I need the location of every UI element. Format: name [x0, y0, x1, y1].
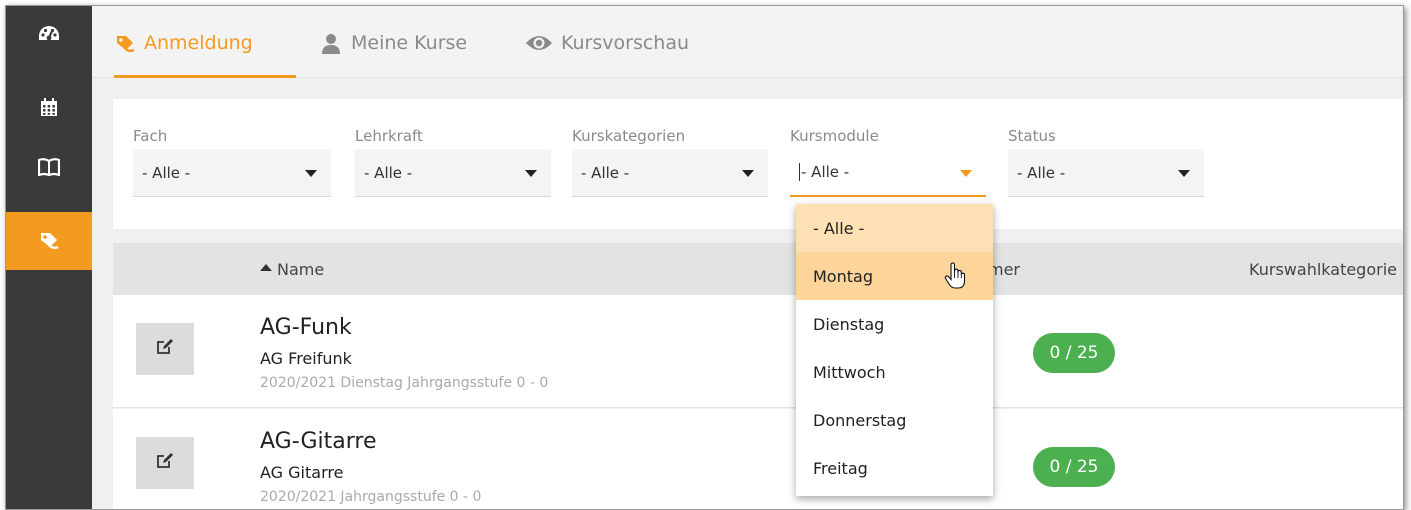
table-header: Name mer Kurswahlkategorie [113, 243, 1403, 295]
tab-bar: Anmeldung Meine Kurse Kursvorschau [92, 6, 1403, 78]
filter-lehrkraft: Lehrkraft - Alle - [355, 127, 551, 197]
tab-anmeldung[interactable]: Anmeldung [114, 26, 296, 78]
edit-button[interactable] [136, 323, 194, 375]
course-subtitle: AG Freifunk [260, 349, 352, 368]
caret-down-icon [525, 170, 537, 177]
table-row: AG-Gitarre AG Gitarre 2020/2021 Jahrgang… [113, 409, 1403, 509]
caret-down-icon [305, 170, 317, 177]
tab-anmeldung-label: Anmeldung [144, 32, 253, 54]
edit-icon [156, 452, 174, 474]
user-icon [321, 33, 343, 55]
dropdown-option[interactable]: Montag [796, 252, 993, 300]
filter-label: Lehrkraft [355, 127, 423, 145]
table-row: AG-Funk AG Freifunk 2020/2021 Dienstag J… [113, 295, 1403, 408]
dropdown-option[interactable]: Donnerstag [796, 396, 993, 444]
caret-down-icon [742, 170, 754, 177]
kursmodule-select[interactable]: - Alle - [790, 149, 986, 197]
dashboard-icon [37, 24, 61, 46]
dropdown-option[interactable]: Dienstag [796, 300, 993, 348]
select-value: - Alle - [581, 163, 630, 182]
app-window: Anmeldung Meine Kurse Kursvorschau Fach … [5, 5, 1404, 510]
kurskategorien-select[interactable]: - Alle - [572, 149, 768, 197]
sidebar-item-book[interactable] [6, 138, 92, 196]
registration-icon [38, 230, 60, 252]
course-subtitle: AG Gitarre [260, 463, 344, 482]
filter-label: Kurskategorien [572, 127, 686, 145]
hand-cursor-icon [944, 262, 966, 294]
calendar-icon [39, 97, 59, 117]
dropdown-option[interactable]: Mittwoch [796, 348, 993, 396]
filter-kurskategorien: Kurskategorien - Alle - [572, 127, 768, 197]
sidebar-item-calendar[interactable] [6, 78, 92, 136]
fach-select[interactable]: - Alle - [133, 149, 331, 197]
column-kurswahlkategorie[interactable]: Kurswahlkategorie [1249, 260, 1397, 279]
dropdown-option-label: Montag [813, 266, 873, 286]
sidebar-item-dashboard[interactable] [6, 6, 92, 64]
eye-icon [525, 33, 553, 55]
column-name-label: Name [277, 260, 325, 279]
filter-status: Status - Alle - [1008, 127, 1204, 197]
select-value: - Alle - [801, 163, 850, 181]
text-cursor [799, 163, 800, 181]
select-value: - Alle - [1017, 163, 1066, 182]
tab-kursvorschau-label: Kursvorschau [561, 32, 690, 54]
select-value: - Alle - [364, 163, 413, 182]
column-name[interactable]: Name [260, 260, 324, 279]
course-meta: 2020/2021 Jahrgangsstufe 0 - 0 [260, 489, 482, 505]
tab-meine-kurse-label: Meine Kurse [351, 32, 468, 54]
select-value: - Alle - [142, 163, 191, 182]
filter-label: Status [1008, 127, 1056, 145]
filter-kursmodule: Kursmodule - Alle - [790, 127, 986, 197]
sort-asc-icon [260, 264, 272, 271]
edit-button[interactable] [136, 437, 194, 489]
dropdown-option[interactable]: - Alle - [796, 204, 993, 252]
course-meta: 2020/2021 Dienstag Jahrgangsstufe 0 - 0 [260, 375, 549, 391]
course-title: AG-Funk [260, 315, 352, 340]
filter-panel: Fach - Alle - Lehrkraft - Alle - Kurskat… [113, 99, 1403, 229]
dropdown-option[interactable]: Freitag [796, 444, 993, 492]
filter-label: Kursmodule [790, 127, 879, 145]
caret-down-icon [960, 170, 972, 177]
registration-icon [114, 33, 136, 55]
filter-fach: Fach - Alle - [133, 127, 331, 197]
sidebar-item-registration[interactable] [6, 212, 92, 270]
lehrkraft-select[interactable]: - Alle - [355, 149, 551, 197]
course-title: AG-Gitarre [260, 429, 377, 454]
sidebar [6, 6, 92, 509]
participants-badge: 0 / 25 [1033, 333, 1115, 373]
participants-badge: 0 / 25 [1033, 447, 1115, 487]
kursmodule-dropdown: - Alle - Montag Dienstag Mittwoch Donner… [796, 204, 993, 496]
edit-icon [156, 338, 174, 360]
status-select[interactable]: - Alle - [1008, 149, 1204, 197]
book-icon [38, 158, 60, 176]
tab-meine-kurse[interactable]: Meine Kurse [321, 26, 467, 78]
tab-kursvorschau[interactable]: Kursvorschau [525, 26, 689, 78]
caret-down-icon [1178, 170, 1190, 177]
filter-label: Fach [133, 127, 168, 145]
